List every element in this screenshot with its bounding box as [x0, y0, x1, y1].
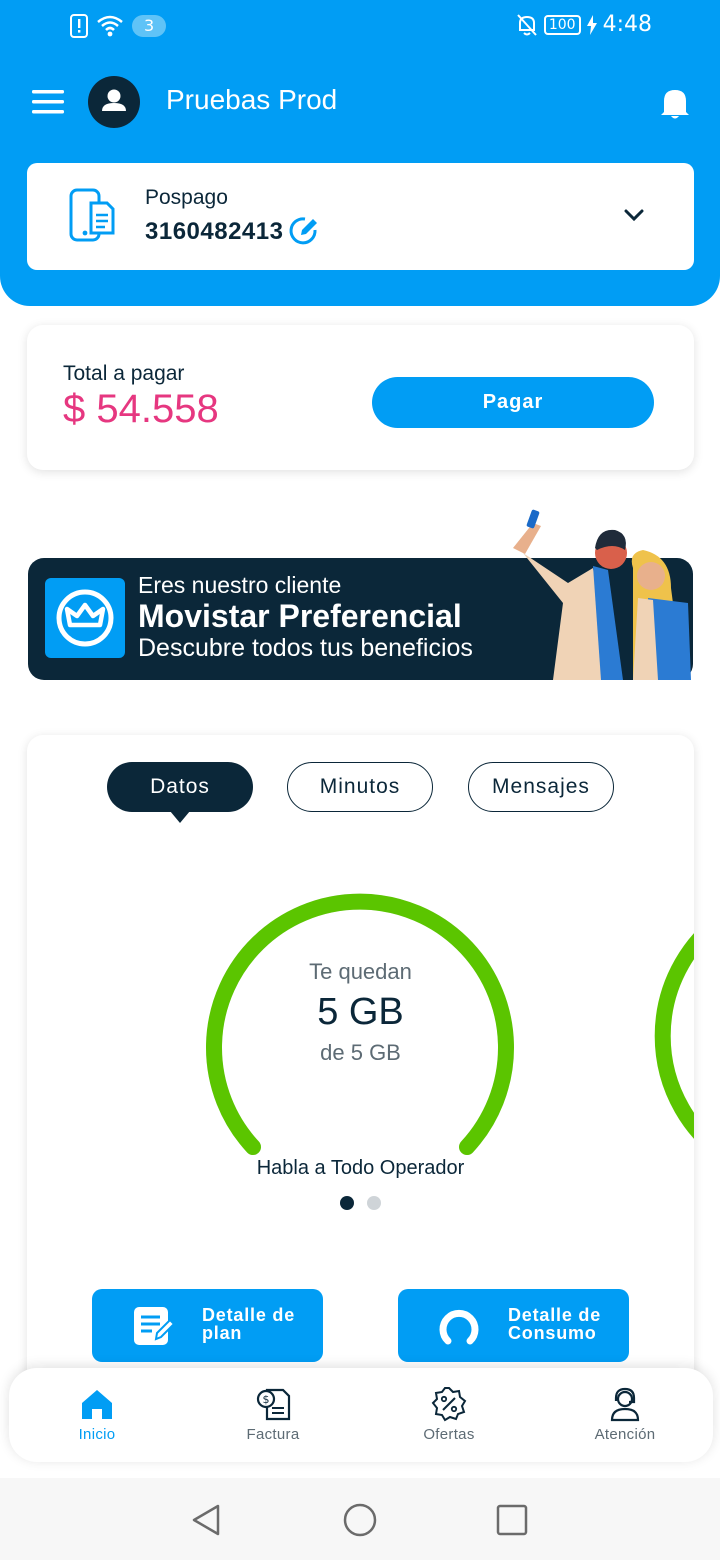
bell-icon[interactable] [660, 86, 690, 120]
consumption-detail-button[interactable]: Detalle de Consumo [398, 1289, 629, 1362]
avatar-icon [102, 89, 126, 111]
bottom-navigation: Inicio $ Factura Ofertas Atención [9, 1368, 713, 1462]
active-tab-pointer [170, 811, 190, 823]
next-gauge-peek [654, 933, 694, 1139]
total-value: de 5 GB [320, 1040, 401, 1065]
consumption-detail-label: Detalle de Consumo [508, 1305, 602, 1343]
remaining-value: 5 GB [317, 991, 404, 1033]
tab-datos[interactable]: Datos [107, 762, 253, 812]
page-title: Pruebas Prod [166, 84, 338, 115]
alert-icon [70, 14, 88, 38]
home-circle-icon[interactable] [340, 1500, 380, 1540]
recents-icon[interactable] [492, 1500, 532, 1540]
carousel-dot-active[interactable] [340, 1196, 354, 1210]
status-right: 100 4:48 [516, 12, 652, 37]
plan-name: Habla a Todo Operador [256, 1157, 465, 1179]
status-left: 3 [70, 14, 167, 38]
payment-card: Total a pagar $ 54.558 Pagar [27, 325, 694, 470]
nav-inicio[interactable]: Inicio [37, 1386, 157, 1450]
battery-icon: 100 [543, 14, 581, 35]
avatar[interactable] [88, 76, 140, 128]
document-edit-icon [134, 1307, 174, 1345]
plan-detail-button[interactable]: Detalle de plan [92, 1289, 323, 1362]
banner-logo [45, 578, 125, 658]
system-navigation-bar [0, 1478, 720, 1560]
total-label: Total a pagar [63, 362, 185, 385]
people-selfie-illustration [513, 509, 691, 680]
line-selector[interactable]: Pospago 3160482413 [27, 163, 694, 270]
invoice-icon: $ [256, 1388, 291, 1421]
carousel-dot[interactable] [367, 1196, 381, 1210]
nav-factura-label: Factura [246, 1426, 300, 1443]
pay-button[interactable]: Pagar [372, 377, 654, 428]
banner-line-2: Movistar Preferencial [138, 598, 462, 634]
line-number: 3160482413 [145, 218, 284, 245]
nav-ofertas-label: Ofertas [423, 1426, 475, 1443]
total-amount: $ 54.558 [63, 387, 219, 431]
charging-icon [586, 14, 597, 35]
home-icon [82, 1390, 112, 1419]
line-type: Pospago [145, 186, 228, 209]
edit-icon[interactable] [289, 216, 319, 246]
tab-mensajes[interactable]: Mensajes [468, 762, 614, 812]
menu-icon[interactable] [32, 90, 64, 114]
discount-badge-icon [431, 1387, 467, 1422]
nav-inicio-label: Inicio [78, 1426, 116, 1443]
preferencial-banner[interactable]: Eres nuestro cliente Movistar Preferenci… [28, 509, 693, 680]
notification-count-badge: 3 [132, 15, 167, 37]
consumption-card: Datos Minutos Mensajes Te quedan 5 GB de… [27, 735, 694, 1395]
remaining-label: Te quedan [309, 959, 412, 984]
banner-line-1: Eres nuestro cliente [138, 572, 342, 598]
ring-gauge-icon [439, 1309, 479, 1345]
nav-atencion[interactable]: Atención [565, 1386, 685, 1450]
plan-detail-label: Detalle de plan [202, 1305, 296, 1343]
top-app-bar: Pruebas Prod [0, 74, 720, 130]
crown-icon [56, 589, 114, 647]
nav-atencion-label: Atención [594, 1426, 656, 1443]
nav-ofertas[interactable]: Ofertas [389, 1386, 509, 1450]
svg-text:$: $ [263, 1393, 270, 1406]
nav-factura[interactable]: $ Factura [213, 1386, 333, 1450]
back-icon[interactable] [186, 1500, 226, 1540]
tab-minutos[interactable]: Minutos [287, 762, 433, 812]
clock: 4:48 [602, 12, 652, 37]
support-agent-icon [610, 1387, 640, 1422]
banner-line-3: Descubre todos tus beneficios [138, 634, 473, 662]
status-bar: 3 100 4:48 [0, 0, 720, 56]
phone-document-icon [69, 188, 115, 242]
mute-icon [517, 13, 537, 36]
chevron-down-icon[interactable] [623, 207, 645, 223]
wifi-icon [97, 15, 123, 37]
